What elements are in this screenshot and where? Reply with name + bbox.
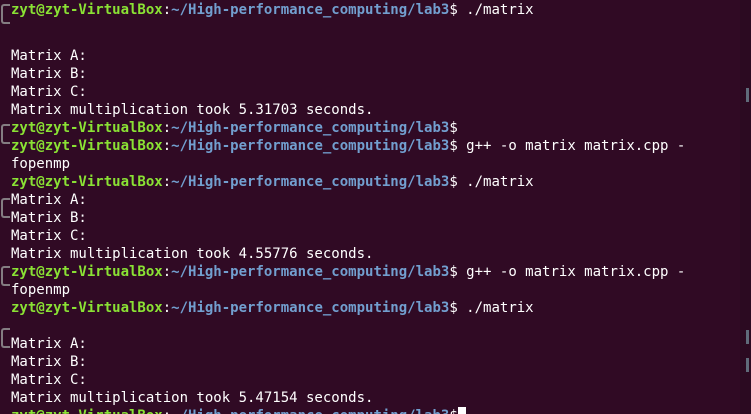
prompt-line: zyt@zyt-VirtualBox:~/High-performance_co… [11, 299, 534, 317]
prompt-user-host: zyt@zyt-VirtualBox [11, 264, 163, 280]
prompt-separator: : [162, 138, 172, 154]
prompt-separator: : [162, 120, 172, 136]
edge-bracket-icon [1, 328, 10, 348]
output-line: Matrix multiplication took 5.31703 secon… [11, 102, 374, 118]
output-line: fopenmp [11, 282, 71, 298]
output-line: Matrix C: [11, 228, 87, 244]
edge-bracket-icon [1, 124, 10, 144]
prompt-symbol: $ [449, 120, 458, 136]
output-line: Matrix B: [11, 210, 87, 226]
prompt-path: ~/High-performance_computing/lab3 [171, 138, 450, 154]
prompt-symbol: $ [449, 408, 457, 414]
scroll-marker [746, 330, 749, 344]
prompt-line: zyt@zyt-VirtualBox:~/High-performance_co… [11, 1, 534, 19]
output-line: Matrix A: [11, 192, 87, 208]
command-text: ./matrix [457, 2, 534, 18]
prompt-symbol: $ [449, 2, 458, 18]
command-text: g++ -o matrix matrix.cpp - [457, 138, 686, 154]
prompt-symbol: $ [449, 138, 458, 154]
edge-bracket-icon [1, 198, 10, 218]
output-line: Matrix multiplication took 5.47154 secon… [11, 390, 374, 406]
prompt-path: ~/High-performance_computing/lab3 [171, 408, 449, 414]
edge-bracket-icon [1, 4, 10, 24]
command-text: ./matrix [457, 174, 534, 190]
prompt-symbol: $ [449, 264, 458, 280]
prompt-user-host: zyt@zyt-VirtualBox [11, 300, 163, 316]
prompt-separator: : [162, 2, 172, 18]
prompt-symbol: $ [449, 174, 458, 190]
prompt-separator: : [162, 264, 172, 280]
scroll-marker [746, 88, 749, 102]
prompt-symbol: $ [449, 300, 458, 316]
prompt-line: zyt@zyt-VirtualBox:~/High-performance_co… [11, 137, 685, 155]
terminal-window[interactable]: zyt@zyt-VirtualBox:~/High-performance_co… [0, 0, 740, 414]
command-text: g++ -o matrix matrix.cpp - [457, 264, 686, 280]
output-line: Matrix B: [11, 354, 87, 370]
prompt-path: ~/High-performance_computing/lab3 [171, 300, 450, 316]
prompt-line: zyt@zyt-VirtualBox:~/High-performance_co… [11, 173, 534, 191]
prompt-user-host: zyt@zyt-VirtualBox [11, 174, 163, 190]
prompt-path: ~/High-performance_computing/lab3 [171, 120, 450, 136]
prompt-user-host: zyt@zyt-VirtualBox [11, 408, 163, 414]
output-line: Matrix C: [11, 372, 87, 388]
prompt-separator: : [162, 300, 172, 316]
output-line: Matrix multiplication took 4.55776 secon… [11, 246, 374, 262]
prompt-line: zyt@zyt-VirtualBox:~/High-performance_co… [11, 263, 685, 281]
output-line: Matrix B: [11, 66, 87, 82]
command-text: ./matrix [457, 300, 534, 316]
output-line: fopenmp [11, 156, 71, 172]
prompt-line: zyt@zyt-VirtualBox:~/High-performance_co… [11, 119, 458, 137]
edge-bracket-icon [1, 266, 10, 286]
output-line: Matrix A: [11, 336, 87, 352]
scroll-marker [746, 358, 749, 372]
prompt-separator: : [162, 174, 172, 190]
output-line: Matrix C: [11, 84, 87, 100]
prompt-user-host: zyt@zyt-VirtualBox [11, 120, 163, 136]
scrollbar-strip[interactable] [740, 0, 751, 414]
prompt-user-host: zyt@zyt-VirtualBox [11, 138, 163, 154]
text-cursor [457, 407, 466, 414]
prompt-path: ~/High-performance_computing/lab3 [171, 2, 450, 18]
output-line: Matrix A: [11, 48, 87, 64]
prompt-line: zyt@zyt-VirtualBox:~/High-performance_co… [11, 407, 466, 414]
prompt-user-host: zyt@zyt-VirtualBox [11, 2, 163, 18]
prompt-separator: : [163, 408, 171, 414]
prompt-path: ~/High-performance_computing/lab3 [171, 264, 450, 280]
prompt-path: ~/High-performance_computing/lab3 [171, 174, 450, 190]
